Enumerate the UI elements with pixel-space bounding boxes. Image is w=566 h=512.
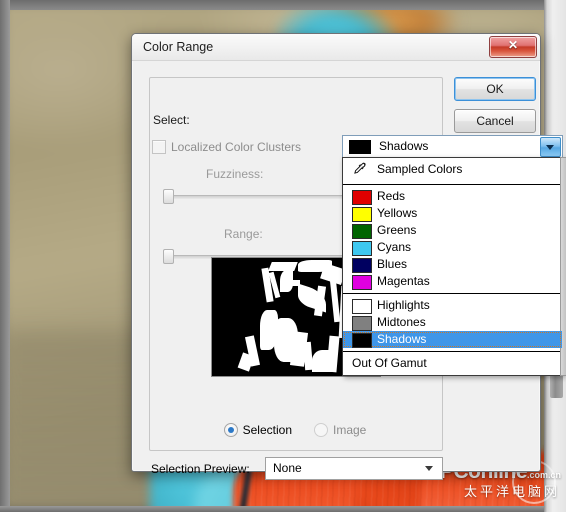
chevron-down-icon [425, 466, 433, 471]
radio-image[interactable]: Image [314, 423, 366, 437]
color-swatch-blues [352, 258, 372, 273]
select-combobox-dropdown-button[interactable] [540, 137, 561, 157]
dropdown-item-label: Sampled Colors [377, 162, 463, 176]
color-swatch-greens [352, 224, 372, 239]
range-label: Range: [224, 227, 263, 241]
dropdown-item-greens[interactable]: Greens [343, 222, 562, 239]
radio-selection[interactable]: Selection [223, 423, 292, 437]
dropdown-item-label: Cyans [377, 240, 412, 254]
dropdown-item-shadows[interactable]: Shadows [343, 331, 562, 348]
color-swatch-highlights [352, 299, 372, 314]
select-dropdown-list[interactable]: Sampled Colors Reds Yellows Greens Cyans [342, 157, 566, 376]
radio-selection-indicator[interactable] [223, 423, 238, 437]
fuzziness-label: Fuzziness: [206, 167, 264, 181]
app-window-left-edge [0, 0, 10, 512]
range-slider-thumb[interactable] [163, 249, 174, 264]
app-window-top-edge [0, 0, 566, 10]
dropdown-item-label: Reds [377, 189, 406, 203]
dropdown-separator [343, 351, 562, 352]
dropdown-item-label: Out Of Gamut [352, 356, 427, 370]
ok-button[interactable]: OK [454, 77, 536, 101]
radio-image-label: Image [333, 423, 367, 437]
dropdown-item-yellows[interactable]: Yellows [343, 205, 562, 222]
dropdown-separator [343, 184, 562, 185]
dialog-body: Select: Localized Color Clusters Fuzzine… [132, 61, 566, 480]
dropdown-item-label: Yellows [377, 206, 418, 220]
close-icon: ✕ [507, 38, 519, 52]
color-swatch-reds [352, 190, 372, 205]
dropdown-item-highlights[interactable]: Highlights [343, 297, 562, 314]
color-swatch-magentas [352, 275, 372, 290]
radio-selection-label: Selection [242, 423, 292, 437]
color-swatch-yellows [352, 207, 372, 222]
color-swatch-shadows [352, 333, 372, 348]
select-combobox-value: Shadows [379, 139, 429, 153]
dropdown-item-label: Highlights [377, 298, 430, 312]
dropdown-item-sampled-colors[interactable]: Sampled Colors [343, 161, 562, 178]
dropdown-item-label: Blues [377, 257, 408, 271]
selection-preview-value: None [273, 461, 302, 475]
localized-color-clusters-row[interactable]: Localized Color Clusters [152, 140, 301, 154]
dropdown-item-blues[interactable]: Blues [343, 256, 562, 273]
dropdown-item-magentas[interactable]: Magentas [343, 273, 562, 290]
dropdown-item-reds[interactable]: Reds [343, 188, 562, 205]
cancel-button[interactable]: Cancel [454, 109, 536, 133]
select-combobox[interactable]: Shadows [342, 135, 563, 159]
dropdown-separator [343, 293, 562, 294]
radio-image-indicator[interactable] [314, 423, 328, 437]
close-button[interactable]: ✕ [489, 36, 537, 58]
color-swatch-cyans [352, 241, 372, 256]
select-label: Select: [153, 113, 190, 127]
color-swatch-midtones [352, 316, 372, 331]
chevron-down-icon [546, 145, 554, 150]
selection-preview-combobox[interactable]: None [265, 457, 443, 480]
app-window-bottom-edge [0, 506, 566, 512]
dropdown-item-label: Greens [377, 223, 417, 237]
dropdown-item-label: Magentas [377, 274, 430, 288]
dropdown-item-label: Shadows [377, 332, 427, 346]
selection-preview-label: Selection Preview: [151, 462, 250, 476]
fuzziness-slider-thumb[interactable] [163, 189, 174, 204]
dropdown-item-midtones[interactable]: Midtones [343, 314, 562, 331]
dialog-title: Color Range [143, 40, 214, 54]
localized-color-clusters-checkbox[interactable] [152, 140, 166, 154]
localized-color-clusters-label: Localized Color Clusters [171, 140, 302, 154]
preview-mode-radio-group: Selection Image [150, 423, 440, 437]
color-range-dialog: Color Range ✕ Select: Localized Color Cl… [131, 33, 566, 480]
dropdown-item-out-of-gamut[interactable]: Out Of Gamut [343, 355, 562, 372]
eyedropper-icon [350, 161, 370, 178]
select-combobox-swatch [349, 140, 371, 154]
dropdown-item-cyans[interactable]: Cyans [343, 239, 562, 256]
dialog-titlebar[interactable]: Color Range ✕ [132, 34, 540, 61]
dropdown-item-label: Midtones [377, 315, 426, 329]
